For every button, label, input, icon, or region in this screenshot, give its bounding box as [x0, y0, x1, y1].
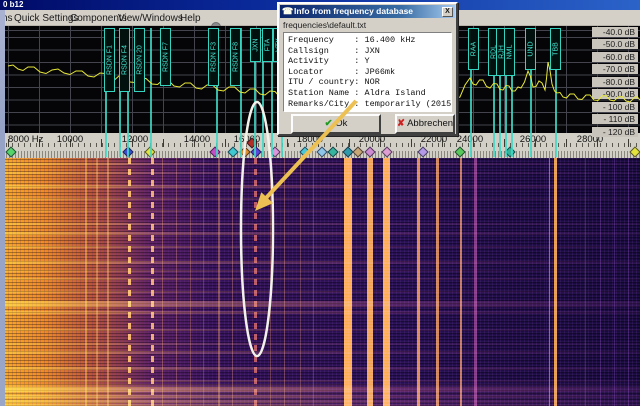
- station-label-text: RSDN F4: [121, 45, 128, 75]
- close-icon[interactable]: X: [442, 7, 453, 17]
- freq-tick-label: 26000: [520, 134, 546, 145]
- db-label: - 100 dB: [592, 102, 638, 112]
- freq-tick-label: 12000: [122, 134, 148, 145]
- waterfall-noise-band: [0, 351, 640, 354]
- db-label: -80.0 dB: [592, 77, 638, 87]
- station-info-text: Frequency : 16.400 kHz Callsign : JXN Ac…: [283, 32, 452, 112]
- db-label: -90.0 dB: [592, 89, 638, 99]
- db-label: - 120 dB: [592, 127, 638, 137]
- station-label-rsdn-f1[interactable]: RSDN F1: [104, 28, 115, 92]
- waterfall-noise-band: [0, 367, 640, 370]
- waterfall-noise-band: [0, 232, 640, 235]
- ok-button-label: Ok: [335, 118, 347, 129]
- station-label-rsdn-f7[interactable]: RSDN F7: [160, 28, 171, 86]
- check-icon: ✔: [325, 118, 333, 129]
- station-label-text: RAA: [470, 42, 477, 56]
- waterfall-noise-band: [0, 380, 640, 382]
- waterfall-noise-band: [0, 172, 640, 174]
- waterfall-noise-band: [0, 387, 640, 392]
- station-label-text: RSDN F1: [106, 45, 113, 75]
- waterfall-noise-band: [0, 223, 640, 225]
- waterfall-noise-band: [0, 301, 640, 307]
- waterfall-noise-band: [0, 311, 640, 314]
- waterfall-noise-band: [0, 329, 640, 331]
- station-label-rsdn-f3[interactable]: RSDN F3: [208, 28, 219, 86]
- x-icon: ✘: [397, 118, 405, 129]
- phone-icon: ☎: [282, 5, 293, 18]
- cancel-button[interactable]: ✘ Abbrechen: [395, 114, 455, 134]
- menu-item-help[interactable]: Help: [178, 12, 203, 25]
- waterfall-noise-band: [0, 185, 640, 188]
- spectrum-lab-window: 0 b12 nsQuick SettingsComponentsView/Win…: [0, 0, 640, 406]
- station-label-text: JXN: [252, 38, 259, 51]
- database-file-label: frequencies\default.txt: [283, 20, 366, 30]
- station-label-nml[interactable]: NML: [504, 28, 515, 76]
- frequency-info-dialog: ☎ Info from frequency database X frequen…: [277, 2, 458, 136]
- station-label-und[interactable]: UND: [525, 28, 536, 70]
- station-label-text: UND: [527, 41, 534, 56]
- station-label-rsdn-f4[interactable]: RSDN F4: [119, 28, 130, 92]
- db-label: -60.0 dB: [592, 52, 638, 62]
- station-label-text: TBB: [552, 42, 559, 56]
- station-label-raa[interactable]: RAA: [468, 28, 479, 70]
- waterfall-noise-band: [0, 400, 640, 403]
- waterfall-noise-band: [0, 270, 640, 272]
- freq-tick-label: 10000: [57, 134, 83, 145]
- station-label-tbb[interactable]: TBB: [550, 28, 561, 70]
- waterfall-display[interactable]: [0, 158, 640, 406]
- menu-item-view-windows[interactable]: View/Windows: [116, 12, 185, 25]
- waterfall-noise-band: [0, 278, 640, 280]
- station-label-text: FTA: [264, 39, 271, 52]
- db-label: -50.0 dB: [592, 39, 638, 49]
- waterfall-noise-band: [0, 395, 640, 398]
- station-label-rsdn-f8[interactable]: RSDN F8: [230, 28, 241, 86]
- window-left-border: [0, 10, 5, 406]
- waterfall-noise-band: [0, 291, 640, 293]
- ok-button[interactable]: ✔ Ok: [291, 114, 381, 134]
- station-label-jxn[interactable]: JXN: [250, 28, 261, 62]
- station-label-text: RSDN 20: [136, 45, 143, 75]
- dialog-titlebar[interactable]: ☎ Info from frequency database X: [280, 5, 455, 18]
- waterfall-noise-band: [0, 163, 640, 165]
- waterfall-noise-band: [0, 343, 640, 345]
- station-marker-line[interactable]: [150, 28, 152, 157]
- station-label-fta[interactable]: FTA: [262, 28, 273, 62]
- cancel-button-label: Abbrechen: [407, 118, 453, 129]
- db-label: -40.0 dB: [592, 27, 638, 37]
- station-label-text: RSDN F3: [210, 42, 217, 72]
- db-label: -70.0 dB: [592, 64, 638, 74]
- station-label-text: RSDN F8: [232, 42, 239, 72]
- window-title: 0 b12: [3, 0, 23, 9]
- waterfall-noise-band: [0, 246, 640, 248]
- waterfall-noise-band: [0, 210, 640, 212]
- station-label-rsdn-20[interactable]: RSDN 20: [134, 28, 145, 92]
- station-label-text: NML: [506, 45, 513, 60]
- waterfall-noise-band: [0, 198, 640, 200]
- waterfall-noise-band: [0, 261, 640, 264]
- freq-tick-label: 14000: [184, 134, 210, 145]
- freq-tick-label: 8000 Hz: [8, 134, 43, 145]
- station-label-text: RSDN F7: [162, 42, 169, 72]
- frequency-marker-strip[interactable]: [0, 147, 640, 158]
- dialog-title-text: Info from frequency database: [294, 6, 413, 16]
- db-label: - 110 dB: [592, 114, 638, 124]
